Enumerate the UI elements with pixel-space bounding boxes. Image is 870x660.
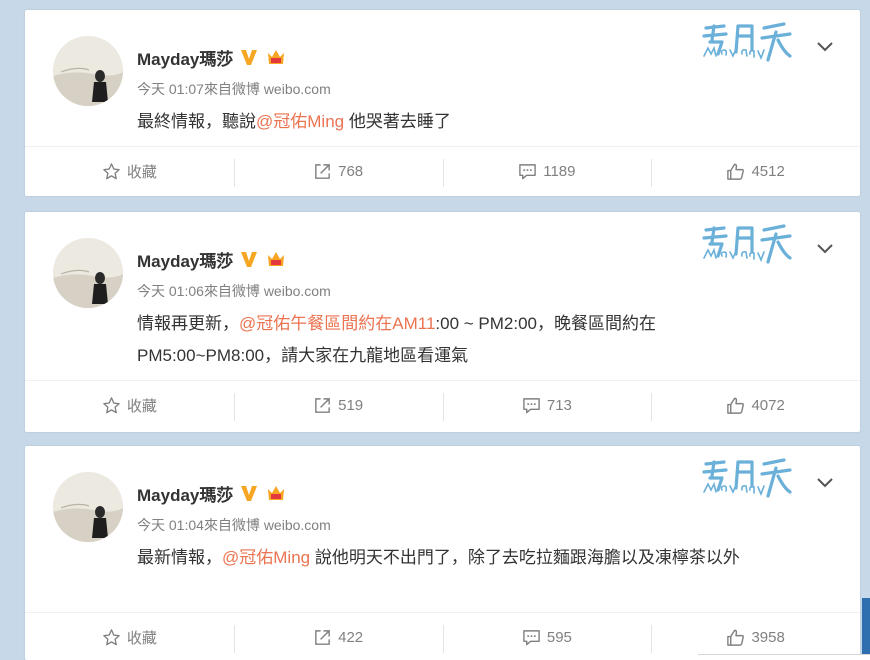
verified-v-icon — [241, 50, 258, 65]
name-row: Mayday瑪莎 — [137, 481, 287, 506]
post-meta: 今天 01:04來自微博 weibo.com — [137, 515, 331, 535]
like-count: 4072 — [751, 397, 785, 414]
favorite-button[interactable]: 收藏 — [25, 381, 234, 430]
mention-link[interactable]: @冠佑Ming — [256, 112, 344, 131]
vip-crown-icon[interactable] — [265, 249, 287, 269]
comment-count: 1189 — [543, 163, 576, 180]
post-text: 最新情報，@冠佑Ming 說他明天不出門了，除了去吃拉麵跟海膽以及凍檸茶以外 — [137, 542, 837, 574]
post-time[interactable]: 今天 01:04 — [137, 517, 204, 533]
thumbs-up-icon — [727, 163, 745, 180]
comment-button[interactable]: 1189 — [442, 147, 652, 196]
chevron-down-icon[interactable] — [816, 40, 834, 54]
weibo-post: Mayday瑪莎 今天 01:07來自微博 weibo.com 最終情報，聽說@… — [25, 10, 860, 196]
comment-count: 713 — [546, 397, 572, 414]
comment-button[interactable]: 713 — [442, 381, 652, 430]
avatar[interactable] — [53, 238, 123, 308]
verified-v-icon — [241, 486, 258, 501]
repost-icon — [315, 164, 330, 179]
post-time[interactable]: 今天 01:07 — [137, 81, 204, 97]
username[interactable]: Mayday瑪莎 — [137, 481, 233, 506]
favorite-label: 收藏 — [126, 630, 157, 647]
repost-button[interactable]: 768 — [233, 147, 443, 196]
favorite-label: 收藏 — [126, 398, 157, 415]
name-row: Mayday瑪莎 — [137, 247, 287, 272]
mention-link[interactable]: @冠佑Ming — [222, 548, 310, 567]
repost-icon — [315, 630, 330, 645]
repost-button[interactable]: 519 — [233, 381, 443, 430]
post-text-before: 最終情報，聽說 — [137, 112, 256, 131]
like-count: 4512 — [751, 163, 785, 180]
repost-count: 768 — [338, 163, 364, 180]
avatar[interactable] — [53, 36, 123, 106]
like-button[interactable]: 3958 — [651, 613, 860, 660]
mayday-logo — [702, 224, 792, 264]
mayday-logo — [702, 458, 792, 498]
comment-icon — [523, 630, 540, 646]
repost-button[interactable]: 422 — [233, 613, 443, 660]
bottom-edge-panel — [698, 654, 870, 660]
username[interactable]: Mayday瑪莎 — [137, 45, 233, 70]
vip-crown-icon[interactable] — [265, 483, 287, 503]
repost-count: 422 — [338, 629, 364, 646]
action-bar: 收藏 422 595 3958 — [25, 612, 860, 660]
post-source[interactable]: 來自微博 weibo.com — [204, 283, 331, 299]
post-meta: 今天 01:06來自微博 weibo.com — [137, 281, 331, 301]
post-source[interactable]: 來自微博 weibo.com — [204, 81, 331, 97]
post-text-before: 情報再更新， — [137, 314, 239, 333]
star-icon — [103, 397, 120, 414]
scroll-edge[interactable] — [862, 598, 870, 660]
verified-v-icon — [241, 252, 258, 267]
post-text: 最終情報，聽說@冠佑Ming 他哭著去睡了 — [137, 106, 837, 138]
post-text-after: 他哭著去睡了 — [344, 112, 451, 131]
comment-button[interactable]: 595 — [442, 613, 652, 660]
repost-count: 519 — [338, 397, 364, 414]
star-icon — [103, 163, 120, 180]
chevron-down-icon[interactable] — [816, 476, 834, 490]
post-meta: 今天 01:07來自微博 weibo.com — [137, 79, 331, 99]
comment-icon — [519, 164, 537, 180]
weibo-post: Mayday瑪莎 今天 01:04來自微博 weibo.com 最新情報，@冠佑… — [25, 446, 860, 660]
weibo-post: Mayday瑪莎 今天 01:06來自微博 weibo.com 情報再更新，@冠… — [25, 212, 860, 432]
repost-icon — [315, 398, 330, 413]
mayday-logo — [702, 22, 792, 62]
post-text-before: 最新情報， — [137, 548, 222, 567]
mention-link[interactable]: @冠佑午餐區間約在AM11 — [239, 314, 435, 333]
chevron-down-icon[interactable] — [816, 242, 834, 256]
favorite-button[interactable]: 收藏 — [25, 613, 234, 660]
like-count: 3958 — [751, 629, 785, 646]
action-bar: 收藏 519 713 4072 — [25, 380, 860, 430]
avatar[interactable] — [53, 472, 123, 542]
favorite-label: 收藏 — [126, 164, 157, 181]
comment-count: 595 — [546, 629, 572, 646]
username[interactable]: Mayday瑪莎 — [137, 247, 233, 272]
thumbs-up-icon — [727, 397, 745, 414]
thumbs-up-icon — [727, 629, 745, 646]
star-icon — [103, 629, 120, 646]
comment-icon — [523, 398, 540, 414]
name-row: Mayday瑪莎 — [137, 45, 287, 70]
post-source[interactable]: 來自微博 weibo.com — [204, 517, 331, 533]
post-time[interactable]: 今天 01:06 — [137, 283, 204, 299]
like-button[interactable]: 4512 — [651, 147, 860, 196]
vip-crown-icon[interactable] — [265, 47, 287, 67]
action-bar: 收藏 768 1189 4512 — [25, 146, 860, 196]
favorite-button[interactable]: 收藏 — [25, 147, 234, 196]
like-button[interactable]: 4072 — [651, 381, 860, 430]
post-text-after: 說他明天不出門了，除了去吃拉麵跟海膽以及凍檸茶以外 — [310, 548, 740, 567]
post-text: 情報再更新，@冠佑午餐區間約在AM11:00 ~ PM2:00，晚餐區間約在 P… — [137, 308, 747, 372]
